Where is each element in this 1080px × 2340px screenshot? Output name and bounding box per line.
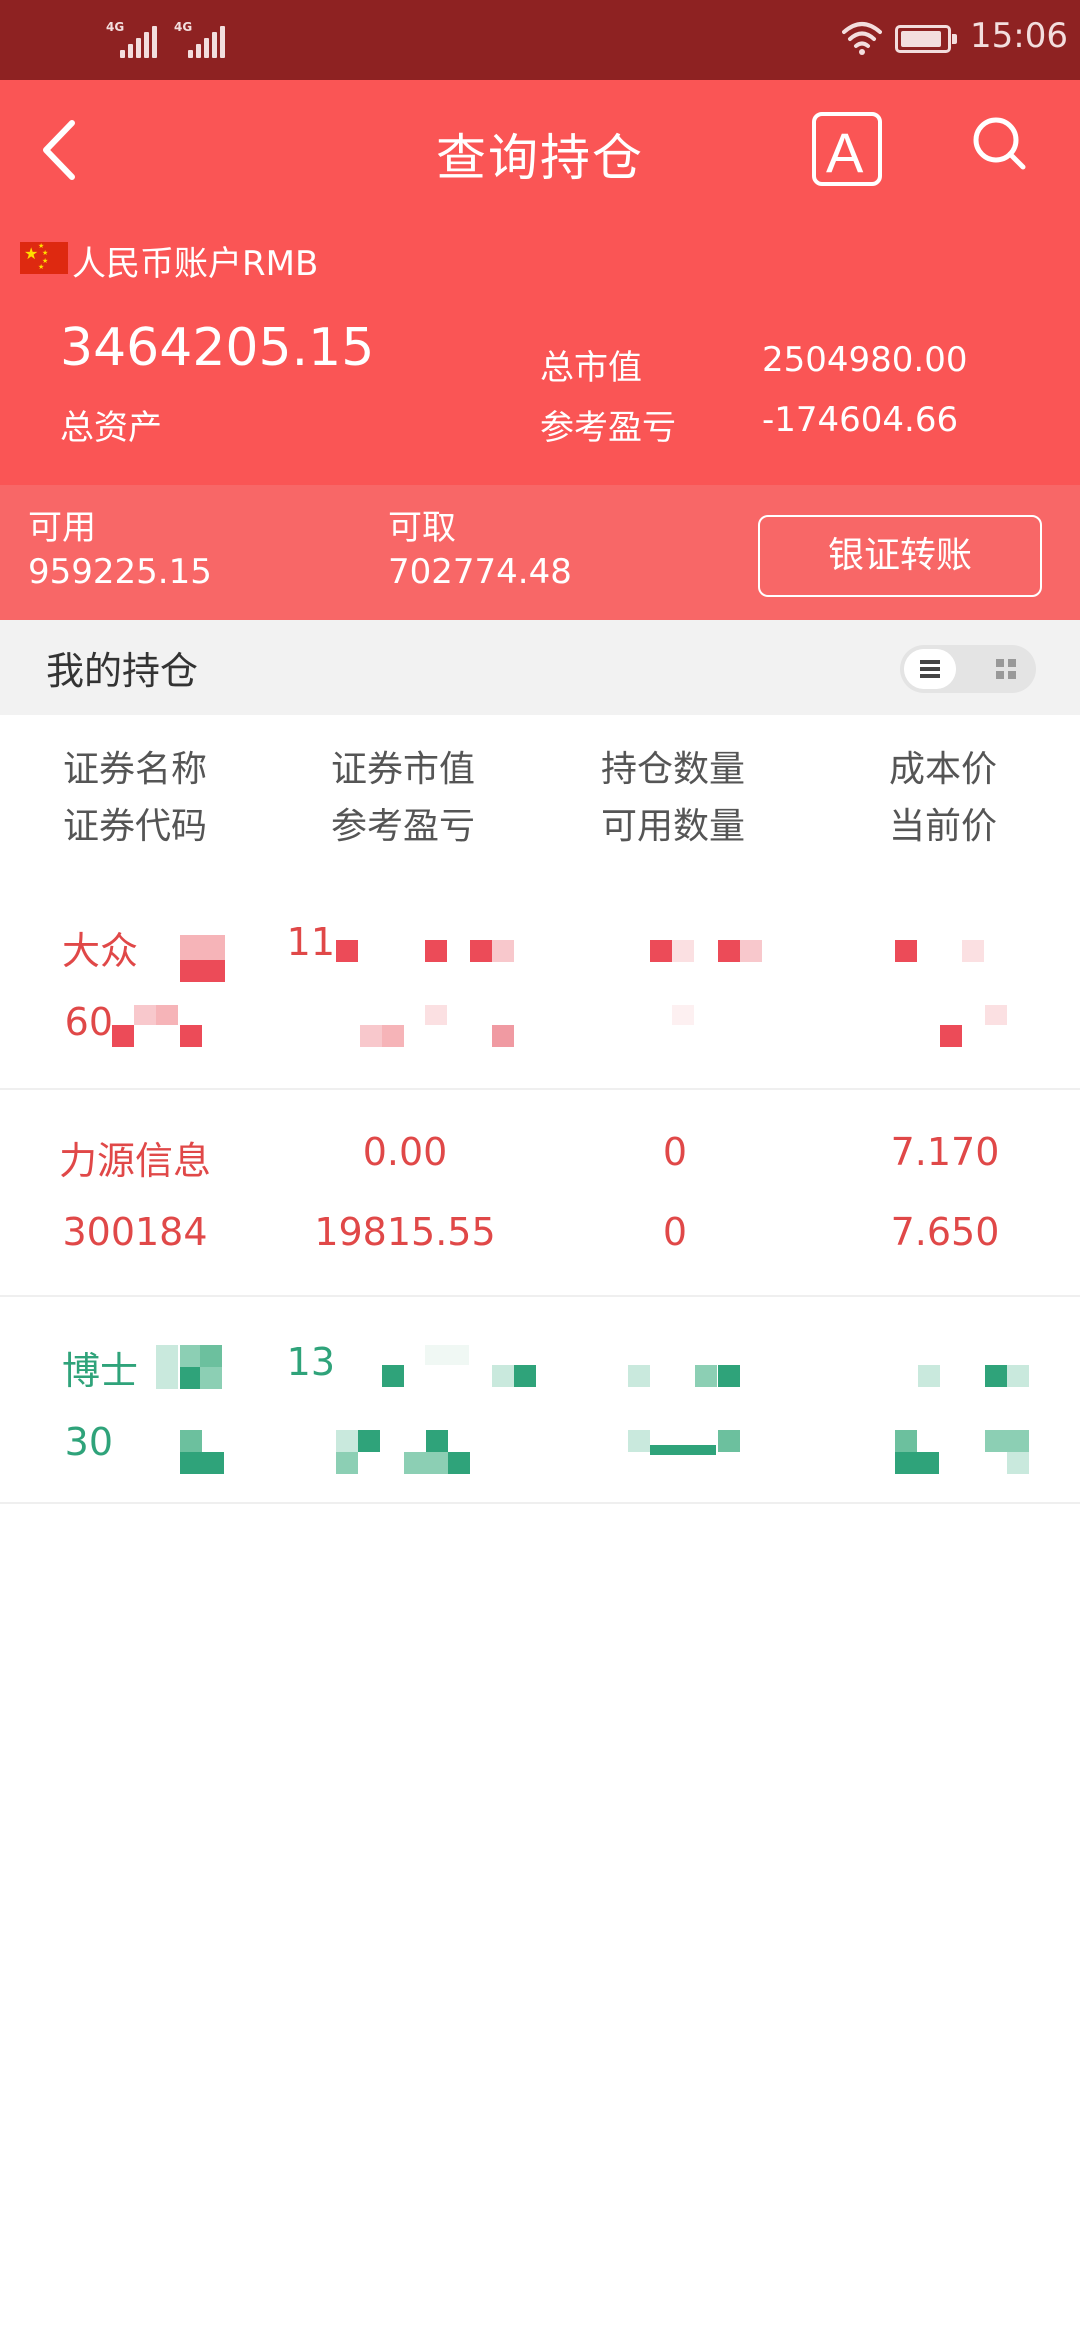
china-flag-icon: ★ ★ ★ ★ ★ <box>20 242 68 274</box>
font-a-icon: A <box>826 121 864 184</box>
row2-cost: 7.170 <box>890 1130 1000 1174</box>
col-security-name: 证券名称 <box>62 749 207 790</box>
total-assets-label: 总资产 <box>60 408 162 448</box>
profit-label: 参考盈亏 <box>540 408 676 448</box>
market-value: 2504980.00 <box>762 340 968 380</box>
row2-profit: 19815.55 <box>314 1210 496 1254</box>
col-quantity: 持仓数量 <box>600 749 745 790</box>
row2-market-value: 0.00 <box>362 1130 448 1174</box>
col-current-price: 当前价 <box>888 806 997 847</box>
grid-view-icon[interactable] <box>980 649 1032 689</box>
row2-name: 力源信息 <box>58 1139 211 1183</box>
wifi-icon <box>842 22 882 55</box>
row2-price: 7.650 <box>890 1210 1000 1254</box>
market-value-label: 总市值 <box>540 348 642 388</box>
available-value: 959225.15 <box>28 552 212 592</box>
col-profit: 参考盈亏 <box>330 806 475 847</box>
row2-available: 0 <box>662 1210 688 1254</box>
bank-transfer-button[interactable]: 银证转账 <box>758 515 1042 597</box>
list-view-icon[interactable] <box>904 649 956 689</box>
font-size-button[interactable]: A <box>812 112 882 186</box>
row3-code: 30 <box>64 1420 113 1464</box>
withdrawable-label: 可取 <box>388 508 456 548</box>
withdrawable-value: 702774.48 <box>388 552 572 592</box>
row2-quantity: 0 <box>662 1130 688 1174</box>
holdings-title: 我的持仓 <box>46 649 199 693</box>
page-title: 查询持仓 <box>436 129 644 187</box>
status-bar: 4G 4G 15:06 <box>0 0 1080 80</box>
row1-code: 60 <box>64 1000 113 1044</box>
row-divider <box>0 1088 1080 1090</box>
signal-icon-sim1: 4G <box>106 20 162 58</box>
row-divider <box>0 1295 1080 1297</box>
account-label: 人民币账户RMB <box>72 244 319 284</box>
col-security-code: 证券代码 <box>62 806 207 847</box>
search-button[interactable] <box>970 116 1030 176</box>
row1-name: 大众 <box>61 929 138 973</box>
battery-icon <box>895 25 957 53</box>
total-assets-value: 3464205.15 <box>60 318 375 378</box>
page: 4G 4G 15:06 查询持仓 A ★ ★ ★ ★ ★ 人民币账户RMB 34… <box>0 0 1080 2340</box>
col-available: 可用数量 <box>600 806 745 847</box>
status-time: 15:06 <box>970 16 1068 56</box>
col-cost-price: 成本价 <box>888 749 997 790</box>
available-label: 可用 <box>28 508 96 548</box>
row3-name: 博士 <box>61 1349 138 1393</box>
col-market-value: 证券市值 <box>330 749 475 790</box>
row-divider <box>0 1502 1080 1504</box>
signal-icon-sim2: 4G <box>174 20 230 58</box>
profit-value: -174604.66 <box>762 400 959 440</box>
row2-code: 300184 <box>62 1210 208 1254</box>
